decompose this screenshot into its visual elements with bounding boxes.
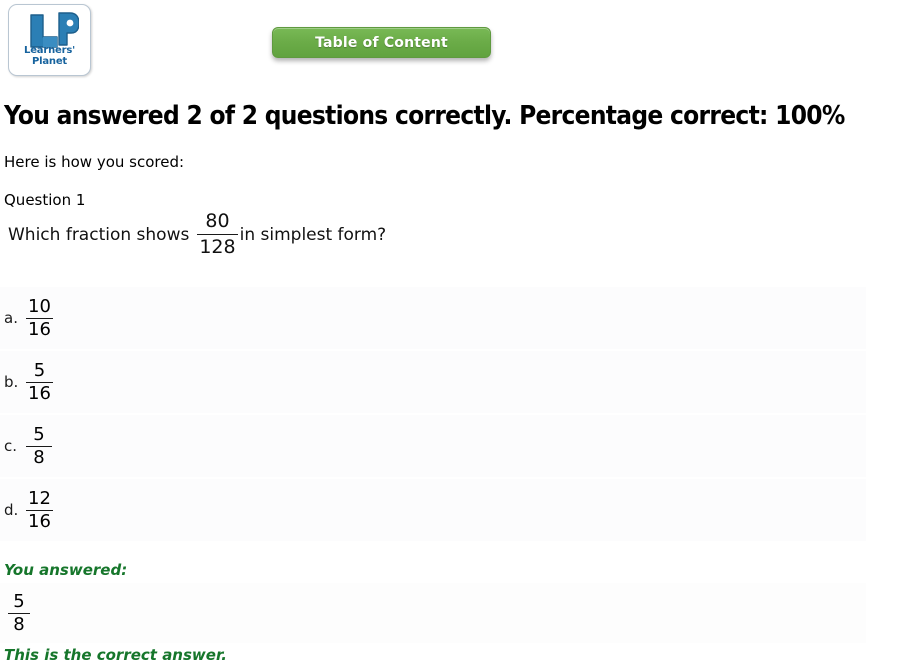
fraction-denominator: 8 <box>33 446 45 468</box>
fraction-numerator: 12 <box>28 487 51 509</box>
fraction-bar <box>197 234 238 235</box>
option-row-c[interactable]: c. 5 8 <box>0 415 866 477</box>
you-answered-label: You answered: <box>4 561 128 579</box>
your-answer-panel: 5 8 <box>0 583 866 643</box>
option-letter-b: b. <box>4 373 19 391</box>
scored-intro-text: Here is how you scored: <box>4 153 185 171</box>
option-fraction-b: 5 16 <box>26 359 53 404</box>
fraction-numerator: 5 <box>13 590 25 612</box>
fraction-denominator: 16 <box>28 510 51 532</box>
question-stem: Which fraction shows 80 128 in simplest … <box>8 212 386 257</box>
question-stem-prefix: Which fraction shows <box>8 224 190 245</box>
question-stem-fraction: 80 128 <box>197 210 238 258</box>
fraction-denominator: 128 <box>199 236 236 258</box>
option-letter-a: a. <box>4 309 18 327</box>
option-letter-c: c. <box>4 437 18 455</box>
fraction-denominator: 8 <box>13 613 25 635</box>
option-letter-d: d. <box>4 501 19 519</box>
option-row-a[interactable]: a. 10 16 <box>0 287 866 349</box>
option-fraction-c: 5 8 <box>26 423 52 468</box>
option-row-b[interactable]: b. 5 16 <box>0 351 866 413</box>
answer-options-list: a. 10 16 b. 5 16 c. 5 8 d. 12 16 <box>0 287 866 541</box>
question-stem-suffix: in simplest form? <box>239 224 387 245</box>
question-number-label: Question 1 <box>4 191 86 209</box>
fraction-denominator: 16 <box>28 382 51 404</box>
option-fraction-d: 12 16 <box>26 487 53 532</box>
logo-caption: Learners' Planet <box>24 45 75 67</box>
table-of-content-button-label: Table of Content <box>315 34 448 51</box>
option-fraction-a: 10 16 <box>26 295 53 340</box>
table-of-content-button[interactable]: Table of Content <box>272 27 491 58</box>
correct-answer-note: This is the correct answer. <box>4 646 227 664</box>
fraction-denominator: 16 <box>28 318 51 340</box>
fraction-numerator: 5 <box>33 423 45 445</box>
fraction-numerator: 5 <box>33 359 46 381</box>
fraction-numerator: 10 <box>28 295 51 317</box>
site-logo[interactable]: Learners' Planet <box>8 4 91 76</box>
your-answer-fraction: 5 8 <box>8 590 30 635</box>
score-summary-heading: You answered 2 of 2 questions correctly.… <box>4 101 845 131</box>
option-row-d[interactable]: d. 12 16 <box>0 479 866 541</box>
fraction-numerator: 80 <box>205 210 230 232</box>
